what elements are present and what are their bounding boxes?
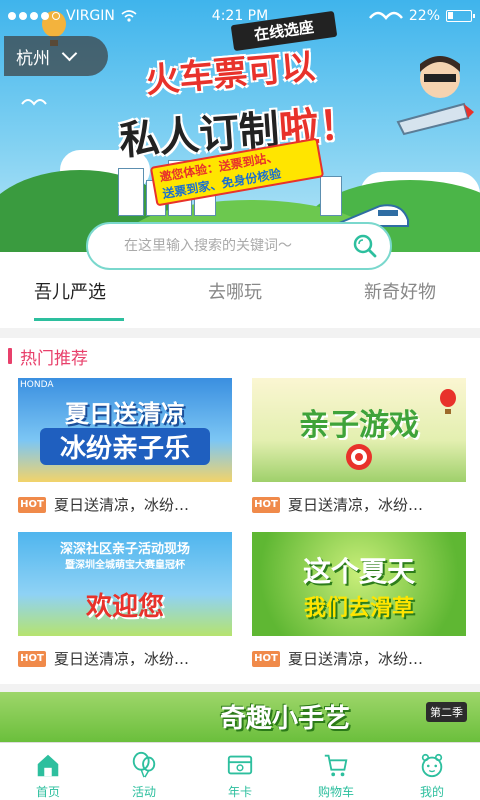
search-icon[interactable]	[352, 233, 378, 259]
profile-icon	[421, 753, 443, 778]
image-title-line2: 我们去滑草	[303, 596, 414, 621]
hot-recommend-section: 热门推荐 HONDA 夏日送清凉 冰纷亲子乐 HOT 夏日送清凉，冰纷… 亲子游…	[0, 338, 480, 684]
card-title: 夏日送清凉，冰纷…	[288, 650, 424, 668]
hot-air-balloon-icon	[440, 389, 456, 414]
nav-home[interactable]: 首页	[0, 743, 96, 800]
card-caption: HOT 夏日送清凉，冰纷…	[18, 494, 232, 515]
city-name: 杭州	[16, 48, 50, 69]
bird-icon	[21, 99, 47, 106]
nav-annual-card[interactable]: 年卡	[192, 743, 288, 800]
card-icon	[227, 755, 253, 775]
search-input[interactable]	[124, 238, 334, 254]
card-title: 夏日送清凉，冰纷…	[288, 496, 424, 514]
battery-icon	[446, 10, 475, 22]
tab-quna[interactable]: 去哪玩	[208, 278, 262, 328]
card-image[interactable]: 这个夏天 我们去滑草	[252, 532, 466, 636]
chevron-down-icon	[61, 45, 78, 61]
tab-xinqi[interactable]: 新奇好物	[364, 278, 436, 328]
nav-label: 首页	[35, 785, 60, 799]
card-title: 夏日送清凉，冰纷…	[54, 650, 190, 668]
nav-activities[interactable]: 活动	[96, 743, 192, 800]
city-selector[interactable]: 杭州	[4, 36, 108, 76]
hot-badge: HOT	[252, 650, 280, 667]
image-title-line2: 冰纷亲子乐	[40, 428, 210, 465]
activity-card[interactable]: 深深社区亲子活动现场 暨深圳全城萌宝大赛皇冠杯 欢迎您 HOT 夏日送清凉，冰纷…	[18, 532, 232, 669]
balloon-icon	[132, 751, 156, 778]
promo-banner[interactable]: 奇趣小手艺 第二季	[0, 692, 480, 742]
nav-label: 我的	[419, 785, 444, 799]
card-title: 夏日送清凉，冰纷…	[54, 496, 190, 514]
activity-card[interactable]: HONDA 夏日送清凉 冰纷亲子乐 HOT 夏日送清凉，冰纷…	[18, 378, 232, 515]
image-title-line1: 夏日送清凉	[65, 400, 185, 428]
promo-banner-title: 奇趣小手艺	[220, 704, 351, 734]
activity-card[interactable]: 亲子游戏 HOT 夏日送清凉，冰纷…	[252, 378, 466, 515]
image-title-line1: 这个夏天	[302, 555, 415, 588]
home-icon	[37, 754, 59, 777]
target-icon	[346, 444, 372, 470]
image-subtitle: 暨深圳全城萌宝大赛皇冠杯	[65, 560, 185, 571]
nav-label: 购物车	[317, 785, 354, 799]
image-title-line1: 深深社区亲子活动现场	[59, 542, 190, 557]
hero-banner[interactable]: VIRGIN 4:21 PM 22% 杭州 在线选座 火车票可以 私人订制啦！	[0, 0, 480, 252]
card-caption: HOT 夏日送清凉，冰纷…	[252, 494, 466, 515]
battery-percent: 22%	[408, 8, 440, 24]
card-caption: HOT 夏日送清凉，冰纷…	[18, 648, 232, 669]
section-title: 热门推荐	[20, 349, 88, 369]
image-brand-label: HONDA	[20, 380, 54, 390]
card-caption: HOT 夏日送清凉，冰纷…	[252, 648, 466, 669]
cart-icon	[324, 754, 348, 777]
bottom-navigation: 首页 活动 年卡 购物车 我的	[0, 742, 480, 800]
image-title-line2: 欢迎您	[85, 592, 164, 622]
battery-info: 22%	[408, 8, 475, 24]
card-image[interactable]: 亲子游戏	[252, 378, 466, 482]
promo-banner-tag: 第二季	[426, 702, 467, 722]
active-tab-indicator	[34, 318, 124, 321]
character-illustration	[396, 56, 474, 136]
nav-cart[interactable]: 购物车	[288, 743, 384, 800]
image-title-line1: 亲子游戏	[299, 408, 419, 443]
app-screen: VIRGIN 4:21 PM 22% 杭州 在线选座 火车票可以 私人订制啦！	[0, 0, 480, 800]
nav-label: 年卡	[227, 785, 252, 799]
activity-card[interactable]: 这个夏天 我们去滑草 HOT 夏日送清凉，冰纷…	[252, 532, 466, 669]
nav-profile[interactable]: 我的	[384, 743, 480, 800]
hot-badge: HOT	[18, 650, 46, 667]
search-bar[interactable]	[86, 222, 392, 270]
card-image[interactable]: HONDA 夏日送清凉 冰纷亲子乐	[18, 378, 232, 482]
hot-badge: HOT	[18, 496, 46, 513]
nav-label: 活动	[131, 785, 156, 799]
section-marker	[8, 348, 12, 364]
hot-badge: HOT	[252, 496, 280, 513]
card-image[interactable]: 深深社区亲子活动现场 暨深圳全城萌宝大赛皇冠杯 欢迎您	[18, 532, 232, 636]
building-decoration	[118, 168, 144, 216]
